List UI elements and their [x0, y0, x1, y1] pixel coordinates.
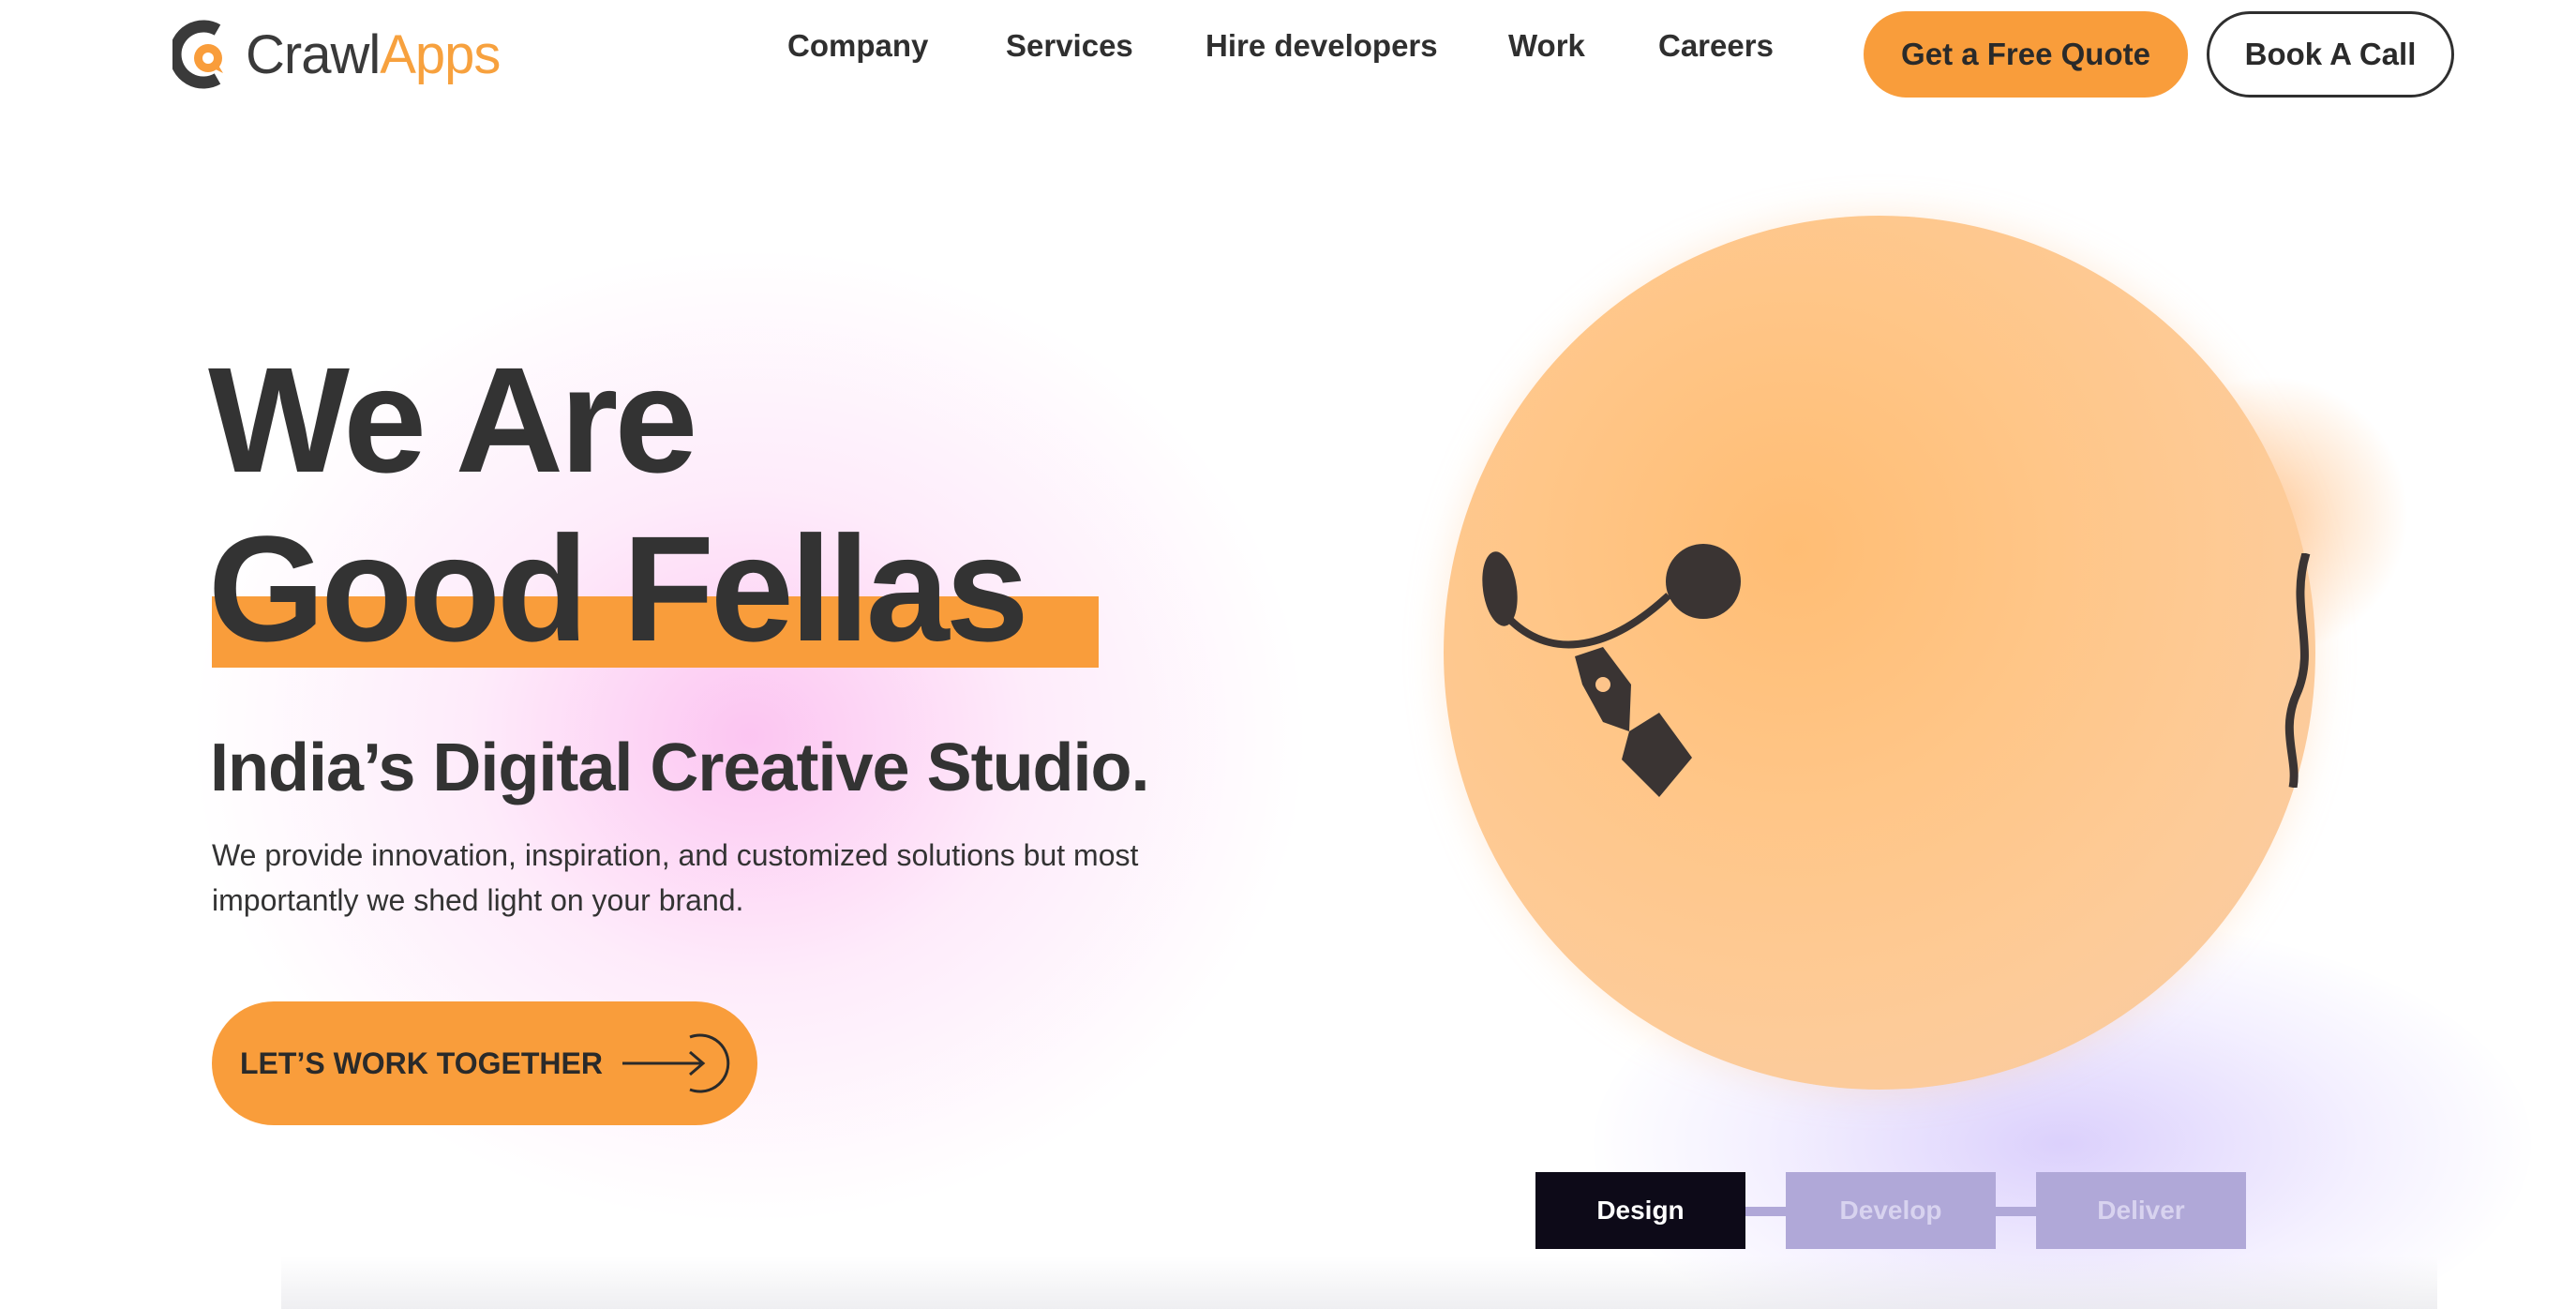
- arrow-right-circle-icon: [622, 1033, 730, 1093]
- step-connector: [1745, 1207, 1788, 1216]
- site-header: CrawlApps Company Services Hire develope…: [0, 0, 2576, 109]
- step-connector: [1996, 1207, 2038, 1216]
- step-design[interactable]: Design: [1535, 1172, 1745, 1249]
- logo-icon: [172, 20, 223, 89]
- sphere-edge-stroke: [2284, 553, 2311, 788]
- brand-name: CrawlApps: [246, 23, 501, 86]
- book-a-call-button[interactable]: Book A Call: [2207, 11, 2454, 98]
- nav-item-hire-developers[interactable]: Hire developers: [1206, 28, 1438, 64]
- hero-title-line1: We Are: [208, 336, 697, 504]
- brand-name-part1: Crawl: [246, 23, 381, 85]
- nav-item-services[interactable]: Services: [1006, 28, 1133, 64]
- nav-item-careers[interactable]: Careers: [1658, 28, 1774, 64]
- bottom-shade: [281, 1256, 2437, 1309]
- lets-work-together-button[interactable]: LET’S WORK TOGETHER: [212, 1001, 757, 1125]
- hero-title-line2: Good Fellas: [208, 504, 1029, 672]
- hero-subtitle: India’s Digital Creative Studio.: [210, 730, 1150, 805]
- get-free-quote-button[interactable]: Get a Free Quote: [1864, 11, 2188, 98]
- nav-item-work[interactable]: Work: [1508, 28, 1585, 64]
- pen-tool-icon: [1482, 544, 1741, 797]
- brand-logo[interactable]: CrawlApps: [172, 15, 501, 94]
- cta-label: LET’S WORK TOGETHER: [240, 1046, 603, 1080]
- step-deliver[interactable]: Deliver: [2036, 1172, 2246, 1249]
- hero-description: We provide innovation, inspiration, and …: [212, 838, 1139, 917]
- brand-name-part2: Apps: [380, 23, 501, 85]
- nav-item-company[interactable]: Company: [787, 28, 928, 64]
- step-develop[interactable]: Develop: [1786, 1172, 1996, 1249]
